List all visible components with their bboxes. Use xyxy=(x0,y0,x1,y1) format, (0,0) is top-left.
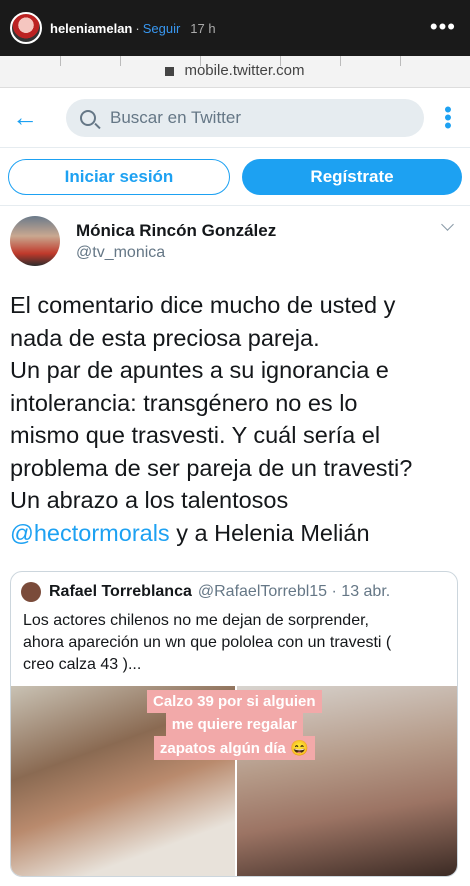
quote-line: ahora apareción un wn que pololea con un… xyxy=(23,634,392,651)
sticker-line: me quiere regalar xyxy=(165,713,303,736)
quoted-tweet-header: Rafael Torreblanca @RafaelTorrebl15 · 13… xyxy=(11,572,457,602)
tweet-line: mismo que trasvesti. Y cuál sería el xyxy=(10,422,381,448)
tweet-line: Un abrazo a los talentosos xyxy=(10,487,289,513)
tweet-line-rest: y a Helenia Melián xyxy=(169,519,370,546)
search-icon xyxy=(80,109,96,126)
author-handle[interactable]: @tv_monica xyxy=(76,244,276,262)
tweet-line: Un par de apuntes a su ignorancia e xyxy=(10,357,389,383)
quote-line: Los actores chilenos no me dejan de sorp… xyxy=(23,612,369,629)
separator: · xyxy=(135,20,140,36)
story-text-sticker: Calzo 39 por si alguien me quiere regala… xyxy=(147,690,322,760)
avatar[interactable] xyxy=(10,12,42,44)
quoted-tweet-text: Los actores chilenos no me dejan de sorp… xyxy=(11,602,457,686)
twitter-screenshot: mobile.twitter.com ← Buscar en Twitter •… xyxy=(0,56,470,886)
sticker-line: zapatos algún día 😄 xyxy=(153,736,315,760)
auth-bar: Iniciar sesión Regístrate xyxy=(0,148,470,206)
quoted-tweet[interactable]: Rafael Torreblanca @RafaelTorrebl15 · 13… xyxy=(10,571,458,877)
sticker-line: Calzo 39 por si alguien xyxy=(147,690,322,713)
browser-url: mobile.twitter.com xyxy=(184,62,305,79)
search-placeholder: Buscar en Twitter xyxy=(110,107,242,127)
story-timestamp: 17 h xyxy=(190,20,216,36)
quote-line: creo calza 43 )... xyxy=(23,656,142,673)
tweet-text: El comentario dice mucho de usted y nada… xyxy=(10,289,458,549)
quoted-tweet-media[interactable]: Calzo 39 por si alguien me quiere regala… xyxy=(11,686,457,876)
search-input[interactable]: Buscar en Twitter xyxy=(66,98,424,137)
tweet-line: intolerancia: transgénero no es lo xyxy=(10,389,358,416)
twitter-top-bar: ← Buscar en Twitter • • • xyxy=(0,88,470,148)
browser-url-bar: mobile.twitter.com xyxy=(0,56,470,88)
author-name[interactable]: Mónica Rincón González xyxy=(76,221,276,241)
follow-button[interactable]: Seguir xyxy=(143,21,181,36)
story-header: heleniamelan · Seguir 17 h ••• xyxy=(0,0,470,56)
arrow-left-icon[interactable]: ← xyxy=(12,102,52,133)
avatar[interactable] xyxy=(10,216,60,266)
tweet-line: El comentario dice mucho de usted y xyxy=(10,292,396,318)
story-username[interactable]: heleniamelan xyxy=(50,21,132,36)
tweet-line: problema de ser pareja de un travesti? xyxy=(10,454,413,481)
lock-icon xyxy=(165,66,175,76)
mention-link[interactable]: @hectormorals xyxy=(10,520,170,546)
more-options-icon[interactable]: ••• xyxy=(430,14,456,40)
signup-button[interactable]: Regístrate xyxy=(242,158,462,195)
tweet-author: Mónica Rincón González @tv_monica xyxy=(10,216,458,266)
kebab-menu-icon[interactable]: • • • xyxy=(438,98,458,136)
tweet-line: nada de esta preciosa pareja. xyxy=(10,324,320,351)
quoted-author-handle: @RafaelTorrebl15 · 13 abr. xyxy=(197,583,391,600)
tweet: Mónica Rincón González @tv_monica El com… xyxy=(0,206,470,877)
quoted-author-name: Rafael Torreblanca xyxy=(49,583,192,600)
login-button[interactable]: Iniciar sesión xyxy=(8,158,230,195)
tweet-line: @hectormorals y a Helenia Melián xyxy=(10,517,458,550)
avatar xyxy=(21,582,41,602)
